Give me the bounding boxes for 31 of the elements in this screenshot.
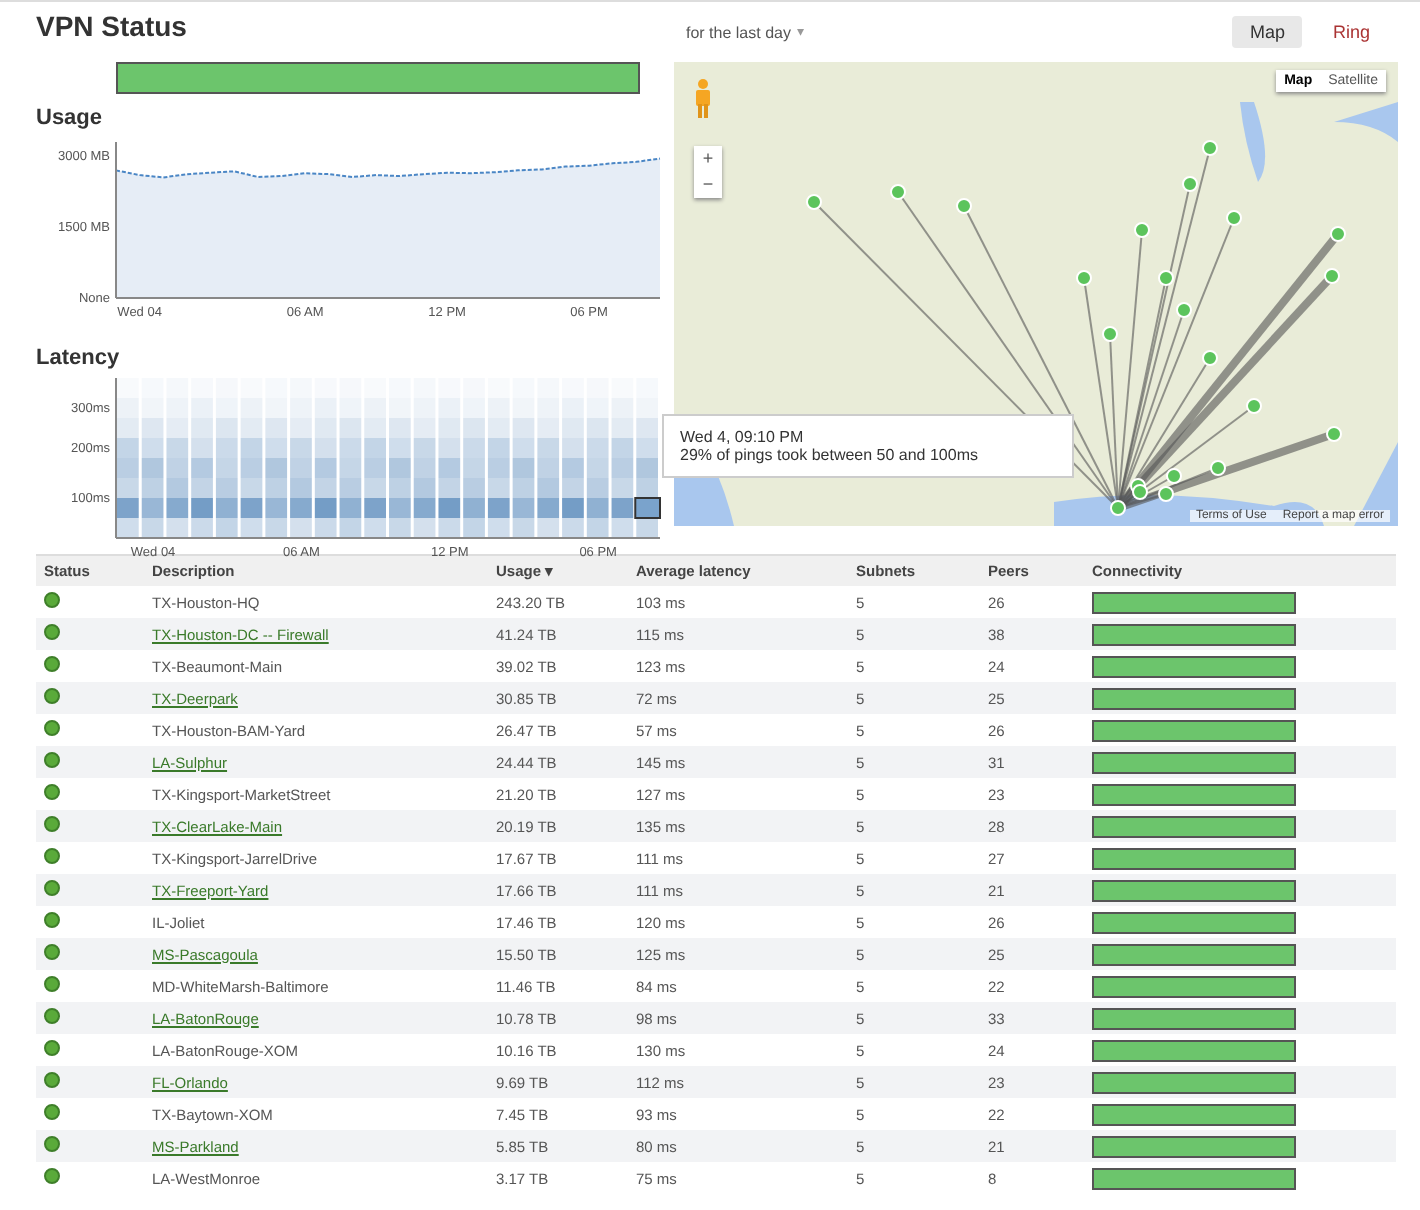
view-tab[interactable]: Ring [1314, 16, 1388, 48]
status-dot [44, 720, 60, 736]
zoom-in-button[interactable]: + [694, 146, 722, 172]
highlighted-cell [634, 497, 661, 519]
status-dot [44, 912, 60, 928]
tooltip-time: Wed 4, 09:10 PM [680, 428, 806, 446]
view-tab[interactable]: Map [1231, 16, 1303, 48]
status-dot [44, 976, 60, 992]
status-dot [44, 784, 60, 800]
status-dot [44, 656, 60, 672]
zoom-out-button[interactable]: − [694, 172, 722, 198]
page-title: VPN Status [36, 10, 189, 42]
status-dot [44, 848, 60, 864]
tooltip-text: 29% of pings took between 50 and 100ms [680, 446, 980, 464]
status-dot [44, 816, 60, 832]
latency-title: Latency [36, 346, 122, 370]
status-dot [44, 1104, 60, 1120]
status-dot [44, 944, 60, 960]
person-icon[interactable] [694, 78, 712, 118]
status-dot [44, 1072, 60, 1088]
range-dropdown[interactable]: for the last day [686, 23, 791, 41]
status-dot [44, 624, 60, 640]
status-dot [44, 1136, 60, 1152]
status-dot [44, 752, 60, 768]
status-dot [44, 1008, 60, 1024]
status-dot [44, 592, 60, 608]
status-dot [44, 880, 60, 896]
status-dot [44, 688, 60, 704]
usage-title: Usage [36, 106, 105, 130]
status-dot [44, 1040, 60, 1056]
status-dot [44, 1168, 60, 1184]
